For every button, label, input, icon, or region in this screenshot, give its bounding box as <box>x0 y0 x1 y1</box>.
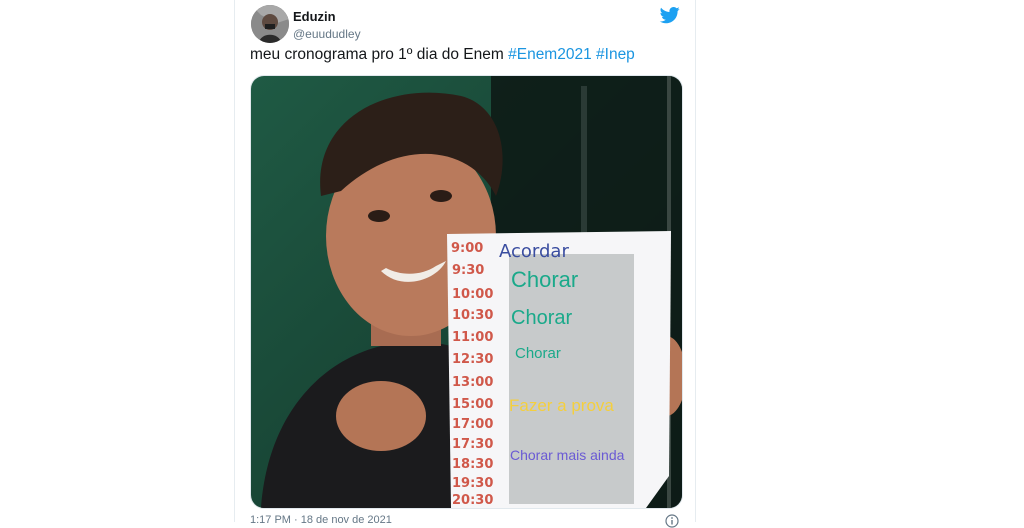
time-label: 9:30 <box>452 263 484 278</box>
time-label: 19:30 <box>452 476 493 491</box>
task-chorar-1: Chorar <box>511 267 578 292</box>
twitter-bird-icon[interactable] <box>659 5 681 25</box>
tweet-text-body: meu cronograma pro 1º dia do Enem <box>250 46 509 63</box>
tweet-photo[interactable]: 9:00 9:30 10:00 10:30 11:00 12:30 13:00 … <box>250 75 683 509</box>
right-divider <box>695 0 696 522</box>
tweet-card: Eduzin @euududley meu cronograma pro 1º … <box>235 0 695 528</box>
time-label: 11:00 <box>452 330 493 345</box>
time-label: 12:30 <box>452 352 493 367</box>
time-label: 20:30 <box>452 493 493 508</box>
hashtag-enem2021[interactable]: #Enem2021 <box>508 46 592 63</box>
author-name[interactable]: Eduzin <box>293 9 336 24</box>
time-label: 17:30 <box>452 437 493 452</box>
time-label: 17:00 <box>452 417 493 432</box>
avatar[interactable] <box>251 5 289 43</box>
task-chorar-3: Chorar <box>515 345 561 362</box>
task-chorar-2: Chorar <box>511 307 572 329</box>
time-label: 18:30 <box>452 457 493 472</box>
time-label: 9:00 <box>451 241 483 256</box>
task-acordar: Acordar <box>499 241 569 262</box>
task-fazer-a-prova: Fazer a prova <box>509 396 614 415</box>
author-handle[interactable]: @euududley <box>293 27 361 41</box>
time-label: 10:30 <box>452 308 493 323</box>
tweet-timestamp[interactable]: 1:17 PM · 18 de nov de 2021 <box>250 514 392 526</box>
info-icon[interactable] <box>665 514 679 528</box>
photo-image: 9:00 9:30 10:00 10:30 11:00 12:30 13:00 … <box>251 76 682 508</box>
avatar-image <box>251 5 289 43</box>
time-label: 13:00 <box>452 375 493 390</box>
time-label: 10:00 <box>452 287 493 302</box>
tweet-text: meu cronograma pro 1º dia do Enem #Enem2… <box>250 46 635 64</box>
hashtag-inep[interactable]: #Inep <box>596 46 635 63</box>
task-chorar-mais-ainda: Chorar mais ainda <box>510 447 625 463</box>
time-label: 15:00 <box>452 397 493 412</box>
